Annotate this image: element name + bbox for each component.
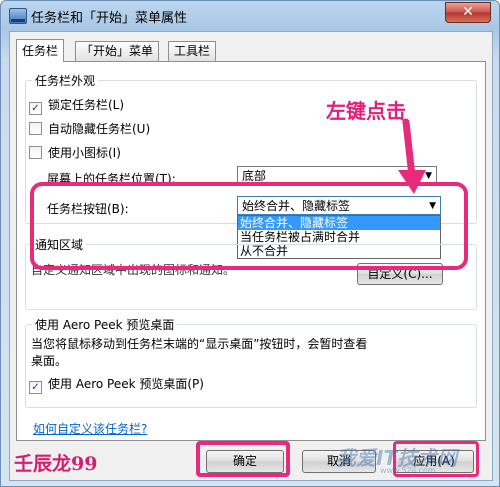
help-link[interactable]: 如何自定义该任务栏? bbox=[33, 420, 147, 437]
lock-taskbar-checkbox[interactable]: ✓ bbox=[29, 102, 42, 115]
auto-hide-option[interactable]: 自动隐藏任务栏(U) bbox=[29, 120, 150, 138]
aero-peek-checkbox[interactable]: ✓ bbox=[29, 381, 42, 394]
taskbar-app-icon bbox=[9, 8, 27, 24]
close-button[interactable]: ✕ bbox=[445, 2, 491, 23]
site-watermark-url: www.52ij.com bbox=[380, 466, 436, 475]
auto-hide-checkbox[interactable] bbox=[29, 122, 42, 135]
location-value: 底部 bbox=[242, 169, 267, 183]
tab-taskbar[interactable]: 任务栏 bbox=[16, 39, 65, 62]
window-title: 任务栏和「开始」菜单属性 bbox=[31, 11, 188, 26]
title-bar[interactable]: 任务栏和「开始」菜单属性 ✕ bbox=[1, 1, 499, 31]
small-icons-label: 使用小图标(I) bbox=[48, 146, 121, 160]
highlight-ok-button bbox=[196, 441, 290, 477]
aero-peek-option[interactable]: ✓ 使用 Aero Peek 预览桌面(P) bbox=[29, 375, 204, 394]
auto-hide-label: 自动隐藏任务栏(U) bbox=[48, 122, 151, 136]
lock-taskbar-label: 锁定任务栏(L) bbox=[48, 98, 125, 112]
appearance-legend: 任务栏外观 bbox=[32, 72, 99, 89]
aero-peek-desc-line2: 桌面。 bbox=[31, 354, 68, 368]
lock-taskbar-option[interactable]: ✓ 锁定任务栏(L) bbox=[29, 96, 125, 115]
aero-peek-desc-line1: 当您将鼠标移动到任务栏末端的“显示桌面”按钮时，会暂时查看 bbox=[31, 337, 368, 351]
aero-peek-label: 使用 Aero Peek 预览桌面(P) bbox=[48, 377, 204, 391]
small-icons-option[interactable]: 使用小图标(I) bbox=[29, 144, 121, 162]
small-icons-checkbox[interactable] bbox=[29, 146, 42, 159]
author-signature: 壬辰龙99 bbox=[14, 453, 98, 475]
annotation-arrow-icon bbox=[398, 118, 426, 194]
aero-peek-legend: 使用 Aero Peek 预览桌面 bbox=[32, 316, 178, 333]
tab-start-menu[interactable]: 「开始」菜单 bbox=[75, 41, 160, 61]
tab-toolbars[interactable]: 工具栏 bbox=[168, 41, 217, 61]
